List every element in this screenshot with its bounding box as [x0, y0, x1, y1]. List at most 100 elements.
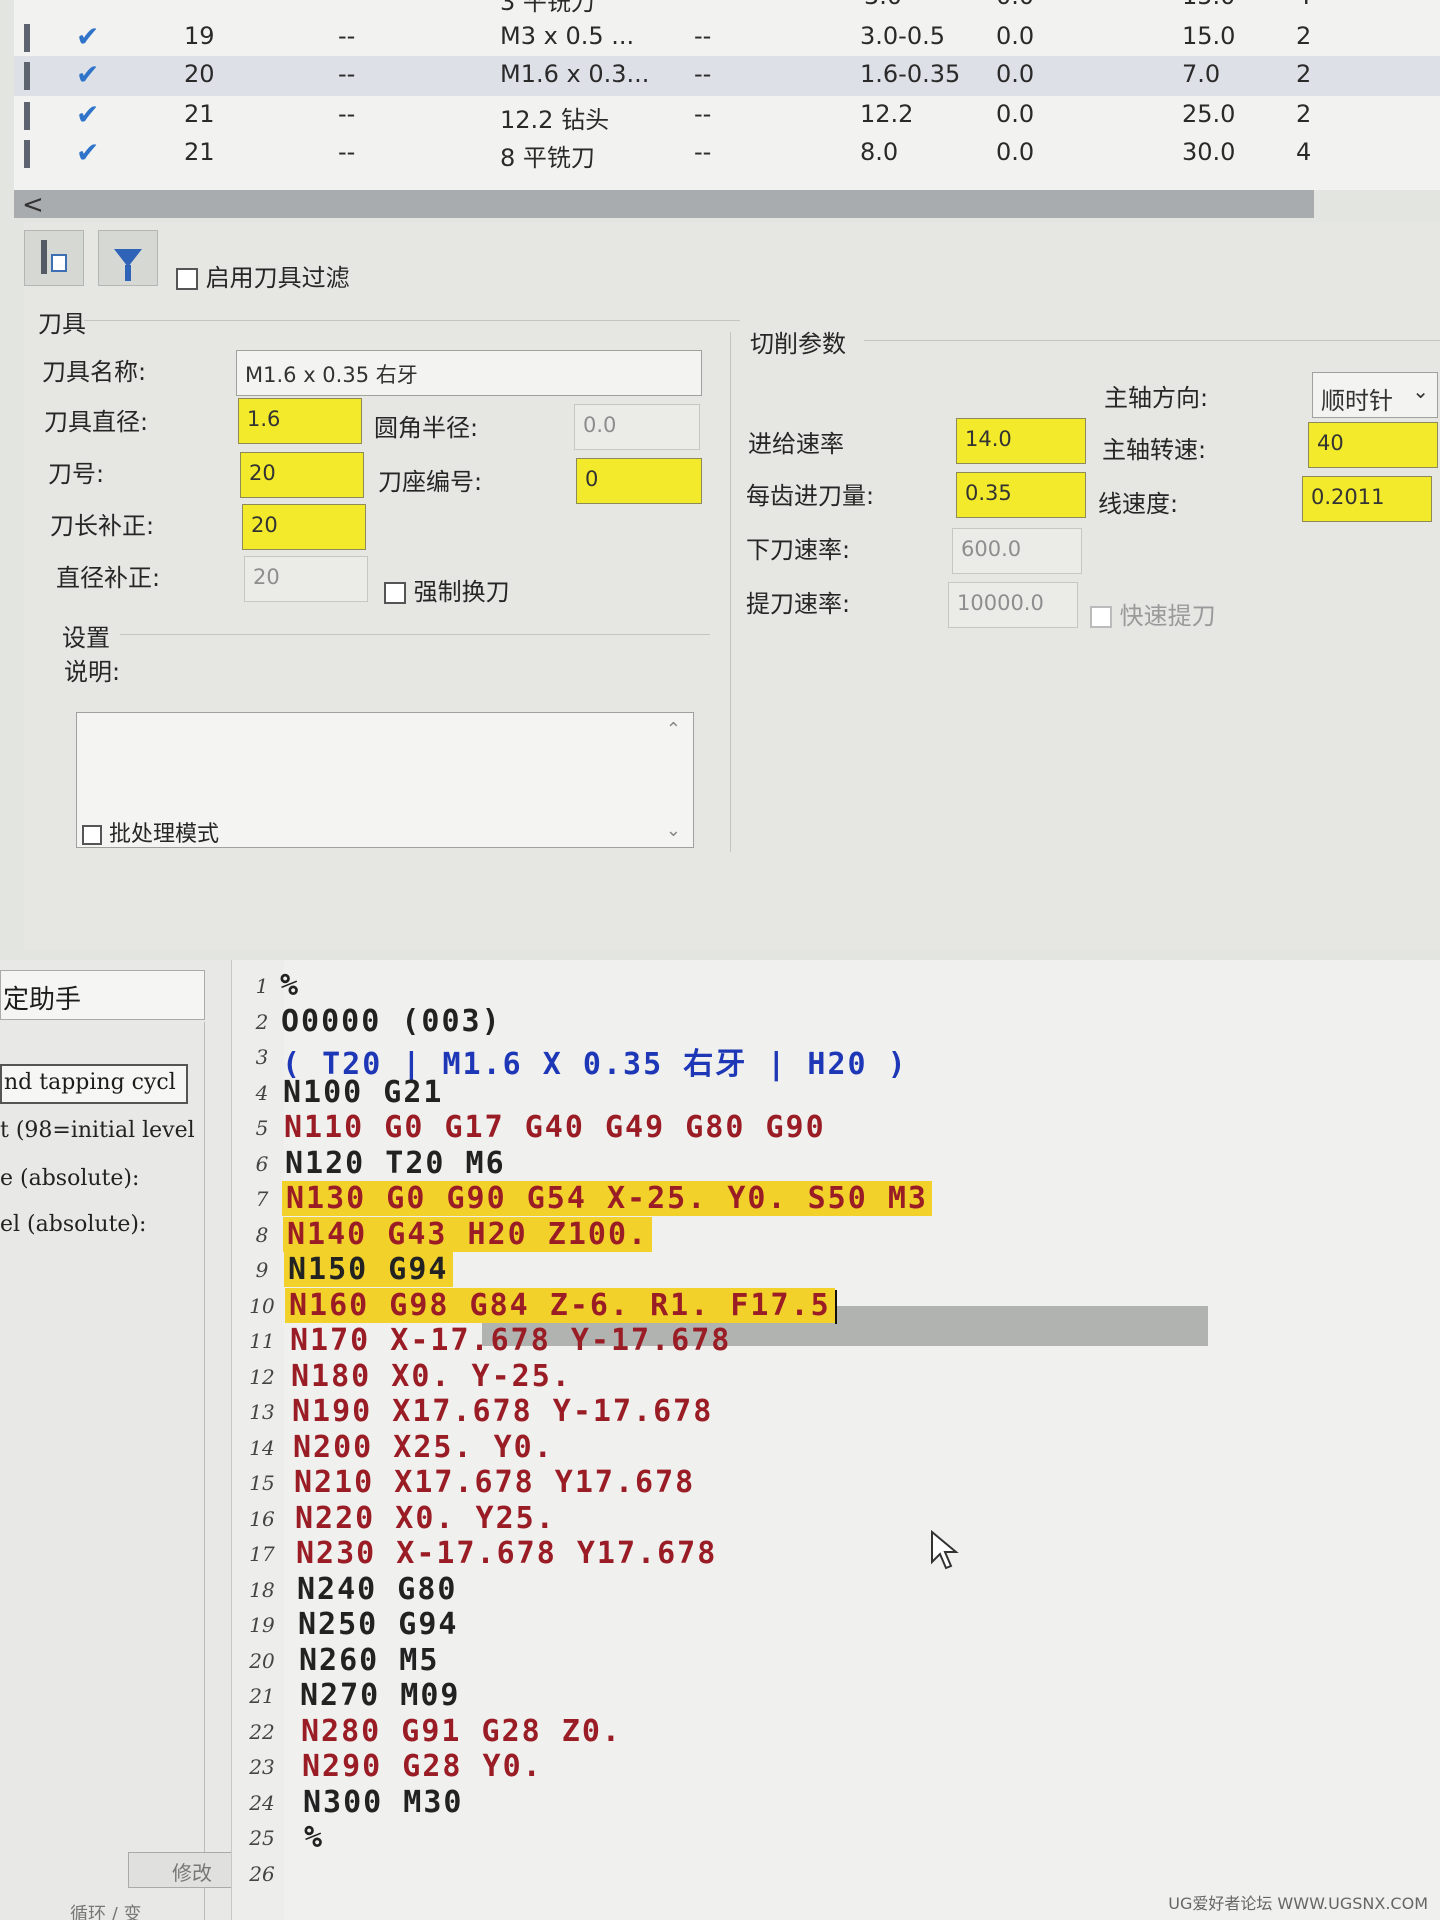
code-line[interactable]: 24 N300 M30: [232, 1785, 1440, 1821]
checkbox-box[interactable]: [384, 582, 406, 604]
group-divider: [864, 340, 1440, 341]
code-line[interactable]: 25%: [232, 1820, 1440, 1856]
line-number: 24: [249, 1790, 275, 1815]
line-number: 26: [249, 1861, 275, 1886]
size-cell: 12.2: [860, 100, 914, 128]
code-text: N270 M09: [300, 1678, 461, 1713]
code-line[interactable]: 22 N280 G91 G28 Z0.: [232, 1714, 1440, 1750]
group-divider: [730, 332, 731, 852]
feed-rate-label: 进给速率: [748, 430, 844, 458]
modify-button[interactable]: 修改: [128, 1852, 231, 1888]
tool-diameter-field[interactable]: 1.6: [238, 398, 362, 444]
tool-number-field[interactable]: 20: [240, 452, 364, 498]
code-line[interactable]: 11 N170 X-17.678 Y-17.678: [232, 1323, 1440, 1359]
tool-list-button[interactable]: [24, 230, 84, 286]
check-icon[interactable]: ✔: [76, 58, 99, 91]
diameter-offset-field[interactable]: 20: [244, 556, 368, 602]
code-line[interactable]: 21 N270 M09: [232, 1678, 1440, 1714]
scroll-up-icon[interactable]: ⌃: [666, 719, 681, 740]
code-line[interactable]: 3( T20 | M1.6 X 0.35 右牙 | H20 ): [232, 1039, 1440, 1082]
check-icon[interactable]: ✔: [76, 136, 99, 169]
code-line[interactable]: 18 N240 G80: [232, 1572, 1440, 1608]
text-caret: [835, 1289, 837, 1324]
code-line[interactable]: 7 N130 G0 G90 G54 X-25. Y0. S50 M3: [232, 1181, 1440, 1217]
code-editor[interactable]: 1% 2 O0000 (003) 3( T20 | M1.6 X 0.35 右牙 | …: [232, 960, 1440, 1920]
checkbox-box[interactable]: [176, 268, 198, 290]
batch-mode-checkbox[interactable]: 批处理模式: [82, 816, 219, 848]
group-divider: [84, 320, 740, 321]
code-line[interactable]: 8 N140 G43 H20 Z100.: [232, 1216, 1440, 1253]
retract-rate-label: 提刀速率:: [746, 590, 851, 618]
code-line[interactable]: 5 N110 G0 G17 G40 G49 G80 G90: [232, 1110, 1440, 1146]
code-line[interactable]: 15 N210 X17.678 Y17.678: [232, 1465, 1440, 1501]
surface-speed-field[interactable]: 0.2011: [1302, 476, 1432, 522]
row-marker: [24, 102, 30, 130]
line-number: 4: [255, 1080, 269, 1105]
table-row[interactable]: ✔ 21 -- 12.2 钻头 -- 12.2 0.0 25.0 2: [14, 96, 1440, 136]
code-line[interactable]: 13 N190 X17.678 Y-17.678: [232, 1394, 1440, 1430]
dash-cell: --: [694, 60, 712, 88]
tool-name-cell: M3 x 0.5 ...: [500, 22, 635, 50]
check-icon[interactable]: ✔: [76, 20, 99, 53]
spindle-direction-select[interactable]: 顺时针 ⌄: [1312, 372, 1438, 418]
checkbox-box[interactable]: [82, 825, 102, 845]
retract-rate-field[interactable]: 10000.0: [948, 582, 1078, 628]
rapid-retract-checkbox[interactable]: 快速提刀: [1090, 596, 1216, 631]
size-cell: 8.0: [860, 138, 899, 166]
code-line[interactable]: 12 N180 X0. Y-25.: [232, 1359, 1440, 1395]
settings-title: 设置: [62, 624, 110, 652]
force-tool-change-checkbox[interactable]: 强制换刀: [384, 572, 510, 607]
feed-rate-field[interactable]: 14.0: [956, 418, 1086, 464]
code-line[interactable]: 23 N290 G28 Y0.: [232, 1749, 1440, 1785]
filter-icon: [114, 249, 142, 281]
length-offset-field[interactable]: 20: [242, 504, 366, 550]
table-row-selected[interactable]: ✔ 20 -- M1.6 x 0.3... -- 1.6-0.35 0.0 7.…: [14, 56, 1440, 96]
holder-number-field[interactable]: 0: [576, 458, 702, 504]
tool-parameters-dialog: 启用刀具过滤 刀具 刀具名称: M1.6 x 0.35 右牙 刀具直径: 1.6…: [24, 222, 1440, 950]
code-line[interactable]: 16 N220 X0. Y25.: [232, 1501, 1440, 1537]
line-number: 11: [249, 1329, 275, 1353]
code-line[interactable]: 6 N120 T20 M6: [232, 1146, 1440, 1182]
code-line[interactable]: 26: [232, 1856, 1440, 1892]
checkbox-box[interactable]: [1090, 606, 1112, 628]
cycle-type-field[interactable]: nd tapping cycl: [0, 1064, 188, 1104]
table-row[interactable]: ✔ 19 -- M3 x 0.5 ... -- 3.0-0.5 0.0 15.0…: [14, 18, 1440, 58]
tool-number-cell: 21: [184, 138, 215, 166]
code-line[interactable]: 4 N100 G21: [232, 1075, 1440, 1111]
value-cell: 0.0: [996, 100, 1035, 128]
scroll-left-icon[interactable]: <: [22, 190, 44, 220]
code-line[interactable]: 17 N230 X-17.678 Y17.678: [232, 1536, 1440, 1572]
spindle-speed-field[interactable]: 40: [1308, 422, 1438, 468]
code-line[interactable]: 10 N160 G98 G84 Z-6. R1. F17.5: [232, 1287, 1440, 1324]
line-number: 18: [249, 1577, 275, 1602]
code-line[interactable]: 2 O0000 (003): [232, 1004, 1440, 1040]
code-text: O0000 (003): [281, 1003, 502, 1039]
corner-radius-field[interactable]: 0.0: [574, 404, 700, 450]
plunge-rate-field[interactable]: 600.0: [952, 528, 1082, 574]
code-line[interactable]: 19 N250 G94: [232, 1607, 1440, 1643]
code-line[interactable]: 9 N150 G94: [232, 1252, 1440, 1288]
param-label: el (absolute):: [0, 1212, 147, 1237]
line-number: 25: [249, 1826, 275, 1850]
enable-filter-checkbox[interactable]: 启用刀具过滤: [176, 258, 350, 293]
code-text: N150 G94: [284, 1252, 453, 1287]
table-row[interactable]: ✔ 21 -- 8 平铣刀 -- 8.0 0.0 30.0 4: [14, 134, 1440, 174]
code-text: N120 T20 M6: [285, 1145, 506, 1181]
tool-name-field[interactable]: M1.6 x 0.35 右牙: [236, 350, 702, 396]
scroll-down-icon[interactable]: ⌄: [666, 820, 681, 841]
flutes-cell: 2: [1296, 100, 1312, 128]
dash-cell: --: [694, 22, 712, 50]
code-line[interactable]: 1%: [232, 968, 1440, 1004]
check-icon[interactable]: ✔: [76, 98, 99, 131]
horizontal-scrollbar[interactable]: [14, 190, 1314, 218]
holder-number-label: 刀座编号:: [378, 468, 483, 496]
feed-per-tooth-field[interactable]: 0.35: [956, 472, 1086, 518]
code-line[interactable]: 14 N200 X25. Y0.: [232, 1430, 1440, 1466]
cutting-params-title: 切削参数: [750, 330, 846, 358]
filter-button[interactable]: [98, 230, 158, 286]
corner-radius-label: 圆角半径:: [374, 414, 479, 442]
code-line[interactable]: 20 N260 M5: [232, 1643, 1440, 1679]
value-cell: 7.0: [1182, 60, 1221, 88]
code-text: N160 G98 G84 Z-6. R1. F17.5: [285, 1287, 835, 1323]
table-row[interactable]: 3 平铣刀 3.0 0.0 15.0 4: [14, 0, 1440, 18]
